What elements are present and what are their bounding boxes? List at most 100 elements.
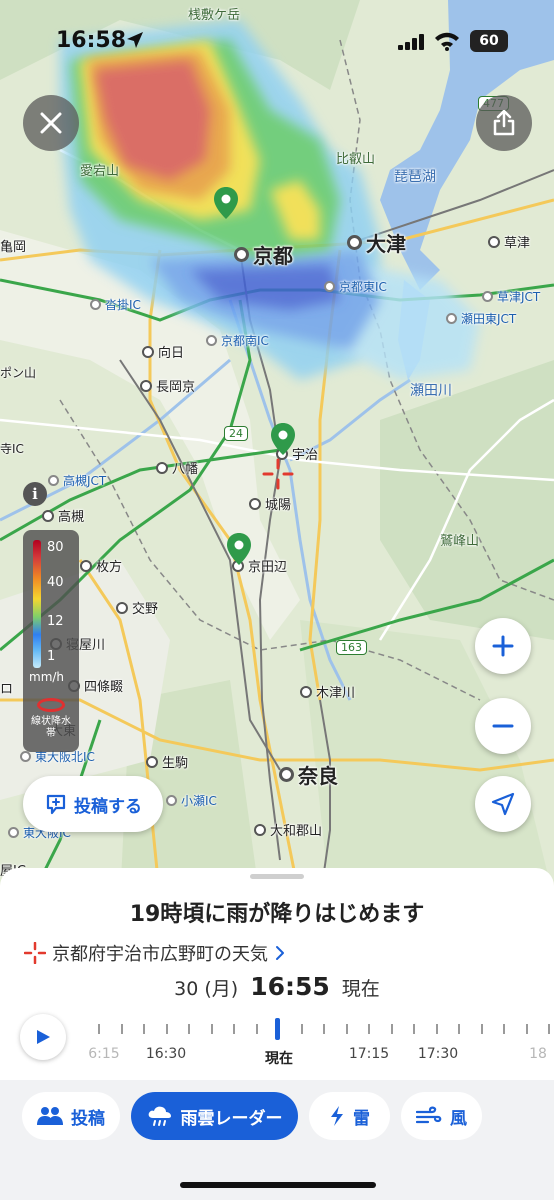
map-label-atagoyama[interactable]: 愛宕山 (80, 160, 119, 179)
timeline-tick (345, 1024, 348, 1034)
location-arrow-icon (127, 32, 143, 48)
ic-dot (8, 827, 19, 838)
legend-value: 80 (47, 540, 64, 555)
time-slider[interactable]: 6:15 16:30 現在 17:15 17:30 18 (86, 1018, 554, 1068)
map-label-kose-ic[interactable]: 小瀬IC (166, 792, 217, 809)
map-label-terakita-ic[interactable]: 寺IC (0, 440, 24, 457)
tab-posts[interactable]: 投稿 (22, 1092, 120, 1140)
legend-unit: mm/h (29, 670, 65, 684)
map-label-ikoma[interactable]: 生駒 (146, 752, 188, 771)
current-location-button[interactable] (475, 776, 531, 832)
timeline-label: 17:15 (348, 1046, 390, 1062)
map-label-setagawa[interactable]: 瀬田川 (410, 380, 452, 400)
timeline-tick (503, 1024, 505, 1034)
map-view[interactable]: 京都 大津 奈良 宇治 城陽 京田辺 向日 長岡京 八幡 高槻 枚方 交野 寝屋… (0, 0, 554, 900)
rain-cloud-icon (148, 1106, 171, 1126)
timeline-tick (165, 1024, 168, 1034)
map-label-kusatsu-jct[interactable]: 草津JCT (482, 288, 540, 305)
map-pin-icon[interactable] (270, 422, 296, 456)
precipitation-legend: 80 40 12 1 mm/h 線状降水帯 (23, 530, 79, 752)
timeline-tick (548, 1024, 550, 1034)
location-name: 京都府宇治市広野町の天気 (52, 944, 268, 965)
timeline-tick (143, 1024, 145, 1034)
map-label-shuhougatake[interactable]: 鷲峰山 (440, 530, 479, 549)
close-icon (40, 112, 62, 134)
map-label-katano[interactable]: 交野 (116, 598, 158, 617)
post-bubble-icon (46, 794, 66, 815)
map-label-kusatsu[interactable]: 草津 (488, 232, 530, 251)
map-label-edge[interactable]: ロ (0, 678, 13, 697)
map-label-otsu[interactable]: 大津 (347, 228, 406, 257)
map-label-yamatokoriyama[interactable]: 大和郡山 (254, 820, 322, 839)
close-button[interactable] (23, 95, 79, 151)
chevron-right-icon (276, 946, 284, 960)
tab-lightning[interactable]: 雷 (309, 1092, 390, 1140)
map-label-biwako[interactable]: 琵琶湖 (394, 166, 436, 186)
ic-dot (446, 313, 457, 324)
current-time: 16:55 (250, 972, 330, 1001)
town-dot (156, 461, 168, 474)
map-label-nagaokakyo[interactable]: 長岡京 (140, 376, 195, 395)
play-button[interactable] (20, 1014, 66, 1060)
ic-dot (324, 281, 335, 292)
map-label-setahigashi-jct[interactable]: 瀬田東JCT (446, 310, 516, 327)
signal-icon (398, 34, 424, 50)
timeline-label: 17:30 (417, 1046, 459, 1062)
tab-posts-label: 投稿 (71, 1108, 105, 1129)
map-label-nara[interactable]: 奈良 (279, 760, 338, 789)
weather-bottom-sheet: 19時頃に雨が降りはじめます 京都府宇治市広野町の天気 30 (月) 16:55… (0, 868, 554, 1200)
tab-wind[interactable]: 風 (401, 1092, 482, 1140)
route-163-shield: 163 (336, 640, 367, 655)
timeline-thumb[interactable] (275, 1018, 280, 1040)
map-label-kyoto[interactable]: 京都 (234, 240, 293, 269)
ic-dot (482, 291, 493, 302)
map-label-kizugawa[interactable]: 木津川 (300, 682, 355, 701)
wind-icon (416, 1106, 442, 1124)
map-label-hirakata[interactable]: 枚方 (80, 556, 122, 575)
town-dot (80, 559, 92, 572)
ic-dot (206, 335, 217, 346)
map-label-joyo[interactable]: 城陽 (249, 494, 291, 513)
post-button[interactable]: 投稿する (23, 776, 163, 832)
info-icon[interactable]: i (23, 482, 47, 506)
map-label-muko[interactable]: 向日 (142, 342, 184, 361)
map-label-kyoto-minami-ic[interactable]: 京都南IC (206, 332, 269, 349)
share-button[interactable] (476, 95, 532, 151)
legend-color-scale (33, 540, 41, 668)
timeline-tick (210, 1024, 213, 1034)
town-dot (254, 823, 266, 836)
zoom-in-button[interactable] (475, 618, 531, 674)
timeline-tick (255, 1024, 258, 1034)
share-icon (493, 110, 515, 136)
sheet-drag-handle[interactable] (250, 874, 304, 879)
lightning-icon (331, 1106, 343, 1126)
tab-rain-radar[interactable]: 雨雲レーダー (131, 1092, 298, 1140)
timeline-tick (435, 1024, 438, 1034)
plus-icon (492, 635, 514, 657)
map-pin-icon[interactable] (213, 186, 239, 220)
wifi-icon (435, 32, 459, 51)
timeline-tick (98, 1024, 100, 1034)
ic-dot (20, 751, 31, 762)
town-dot (142, 345, 154, 358)
timeline-tick (390, 1024, 393, 1034)
map-label-kameoka[interactable]: 亀岡 (0, 236, 26, 255)
map-label-takatsuki-jct[interactable]: 高槻JCT (48, 472, 106, 489)
timeline-label: 現在 (265, 1051, 293, 1067)
map-label-takatsuki[interactable]: 高槻 (42, 506, 84, 525)
map-label-yawata[interactable]: 八幡 (156, 458, 198, 477)
map-label-kyoto-higashi-ic[interactable]: 京都東IC (324, 278, 387, 295)
map-label-ponyama[interactable]: ポン山 (0, 364, 36, 381)
datetime-row: 30 (月) 16:55 現在 (0, 972, 554, 1001)
map-label-hieizan[interactable]: 比叡山 (336, 148, 375, 167)
current-label: 現在 (341, 978, 380, 1000)
map-label-kutsukake-ic[interactable]: 沓掛IC (90, 296, 141, 313)
timeline-tick (525, 1024, 528, 1034)
timeline-label: 18 (529, 1046, 547, 1062)
location-weather-link[interactable]: 京都府宇治市広野町の天気 (24, 940, 286, 966)
timeline-tick (480, 1024, 483, 1034)
town-dot (116, 601, 128, 614)
timeline-tick (458, 1024, 460, 1034)
zoom-out-button[interactable] (475, 698, 531, 754)
map-pin-icon[interactable] (226, 532, 252, 566)
